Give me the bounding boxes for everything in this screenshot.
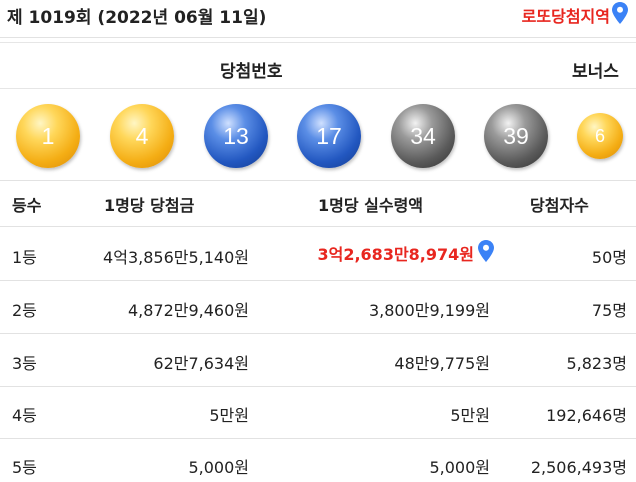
col-header-winners: 당첨자수 [530, 196, 589, 215]
header-divider [0, 37, 636, 38]
row-divider [0, 438, 636, 439]
winning-ball: 39 [484, 104, 548, 168]
net-cell: 5,000원 [429, 458, 490, 477]
prize-cell: 5,000원 [188, 458, 249, 477]
rank-cell: 5등 [12, 458, 37, 477]
rank-cell: 1등 [12, 248, 37, 267]
row-divider [0, 280, 636, 281]
draw-header-bar: 제 1019회 (2022년 06월 11일) 로또당첨지역 [0, 0, 636, 36]
col-header-rank: 등수 [12, 196, 42, 215]
net-cell: 3,800만9,199원 [368, 301, 490, 320]
winning-region-label: 로또당첨지역 [521, 7, 610, 26]
bonus-number-label: 보너스 [572, 62, 619, 82]
winners-cell: 5,823명 [566, 354, 627, 373]
winning-ball: 17 [297, 104, 361, 168]
row-divider [0, 226, 636, 227]
winning-ball: 4 [110, 104, 174, 168]
lotto-balls: 1 4 13 17 34 39 6 [0, 100, 636, 172]
numbers-header-row [0, 42, 636, 89]
location-pin-icon [478, 240, 494, 266]
winners-cell: 50명 [591, 248, 627, 267]
row-divider [0, 386, 636, 387]
rank-cell: 3등 [12, 354, 37, 373]
prize-cell: 5만원 [209, 406, 249, 425]
winning-ball: 13 [204, 104, 268, 168]
row-divider [0, 333, 636, 334]
col-header-net: 1명당 실수령액 [318, 196, 424, 215]
winners-cell: 75명 [591, 301, 627, 320]
net-cell: 3억2,683만8,974원 [317, 245, 474, 264]
winning-ball: 1 [16, 104, 80, 168]
prize-cell: 4,872만9,460원 [127, 301, 249, 320]
col-header-prize: 1명당 당첨금 [104, 196, 195, 215]
location-pin-icon [612, 2, 628, 28]
winning-numbers-label: 당첨번호 [220, 62, 283, 82]
winners-cell: 2,506,493명 [530, 458, 627, 477]
net-amount-link[interactable]: 3억2,683만8,974원 [317, 240, 494, 266]
prize-cell: 62만7,634원 [153, 354, 249, 373]
table-top-border [0, 180, 636, 181]
winning-region-link[interactable]: 로또당첨지역 [522, 2, 628, 28]
rank-cell: 2등 [12, 301, 37, 320]
rank-cell: 4등 [12, 406, 37, 425]
winning-ball: 34 [391, 104, 455, 168]
net-cell: 48만9,775원 [394, 354, 490, 373]
draw-title: 제 1019회 (2022년 06월 11일) [7, 8, 267, 28]
net-cell: 5만원 [450, 406, 490, 425]
winners-cell: 192,646명 [546, 406, 627, 425]
bonus-ball: 6 [577, 113, 623, 159]
prize-cell: 4억3,856만5,140원 [103, 248, 249, 267]
